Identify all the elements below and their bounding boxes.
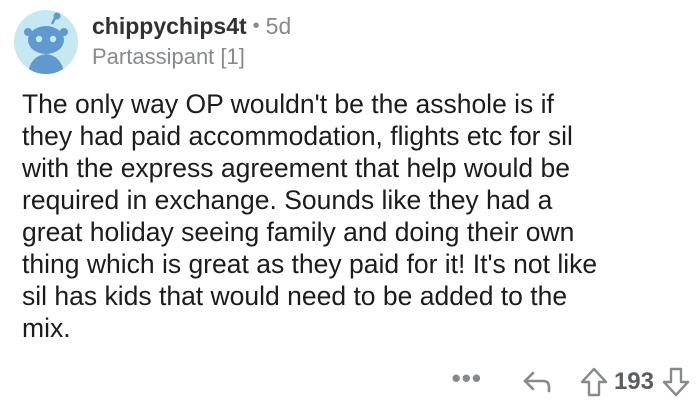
author-line: chippychips4t • 5d [92, 12, 291, 40]
user-flair: Partassipant [1] [92, 44, 245, 69]
upvote-arrow-icon [580, 367, 608, 397]
meta-separator: • [252, 15, 260, 37]
upvote-button[interactable] [580, 367, 608, 397]
more-options-button[interactable]: ••• [452, 365, 482, 399]
vote-score: 193 [613, 368, 654, 395]
author-username[interactable]: chippychips4t [92, 12, 247, 40]
default-reddit-avatar-icon[interactable] [14, 10, 78, 74]
comment-actions: ••• 193 [452, 362, 690, 402]
downvote-button[interactable] [662, 367, 690, 397]
comment-header: chippychips4t • 5d Partassipant [1] [14, 10, 291, 74]
reply-button[interactable] [522, 369, 552, 395]
comment-age: 5d [265, 13, 292, 39]
comment-meta: chippychips4t • 5d Partassipant [1] [92, 12, 291, 70]
reply-arrow-icon [523, 371, 551, 393]
comment-body: The only way OP wouldn't be the asshole … [22, 89, 598, 343]
downvote-arrow-icon [662, 367, 690, 397]
comment: chippychips4t • 5d Partassipant [1] The … [0, 0, 700, 409]
